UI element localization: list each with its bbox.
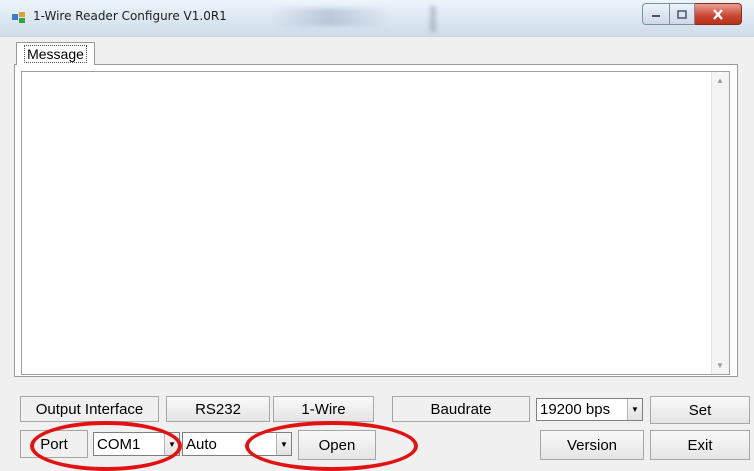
version-button[interactable]: Version — [540, 430, 644, 460]
rs232-button[interactable]: RS232 — [166, 396, 270, 422]
close-icon — [713, 8, 723, 20]
port-value: COM1 — [97, 435, 141, 453]
exit-button[interactable]: Exit — [650, 430, 750, 460]
open-button[interactable]: Open — [298, 430, 376, 460]
maximize-button[interactable] — [670, 3, 695, 25]
set-button[interactable]: Set — [650, 396, 750, 424]
baudrate-label: Baudrate — [392, 396, 530, 422]
chevron-down-icon[interactable]: ▼ — [627, 399, 642, 420]
blurred-taskbar-region — [270, 8, 390, 26]
app-icon — [12, 12, 25, 23]
title-bar[interactable]: 1-Wire Reader Configure V1.0R1 — [0, 0, 754, 37]
scroll-down-icon[interactable]: ▼ — [716, 361, 724, 370]
close-button[interactable] — [695, 3, 742, 25]
app-window: 1-Wire Reader Configure V1.0R1 Message ▲ — [0, 0, 754, 471]
maximize-icon — [677, 9, 687, 19]
window-title: 1-Wire Reader Configure V1.0R1 — [33, 9, 227, 23]
chevron-down-icon[interactable]: ▼ — [276, 433, 291, 455]
chevron-down-icon[interactable]: ▼ — [164, 433, 179, 455]
scroll-up-icon[interactable]: ▲ — [716, 76, 724, 85]
mode-value: Auto — [186, 435, 217, 453]
output-interface-label: Output Interface — [20, 396, 159, 422]
mode-select[interactable]: Auto ▼ — [182, 432, 292, 456]
blurred-divider — [430, 6, 436, 32]
tab-label: Message — [24, 45, 87, 63]
vertical-scrollbar[interactable]: ▲ ▼ — [711, 72, 729, 374]
port-label: Port — [20, 430, 88, 458]
window-controls — [642, 3, 742, 25]
baudrate-select[interactable]: 19200 bps ▼ — [536, 398, 643, 421]
port-select[interactable]: COM1 ▼ — [93, 432, 180, 456]
minimize-button[interactable] — [642, 3, 670, 25]
tab-panel: ▲ ▼ — [14, 64, 738, 377]
one-wire-button[interactable]: 1-Wire — [273, 396, 374, 422]
minimize-icon — [652, 15, 660, 17]
tab-message[interactable]: Message — [16, 42, 95, 65]
baudrate-value: 19200 bps — [540, 401, 611, 418]
message-textarea[interactable]: ▲ ▼ — [21, 71, 730, 375]
tab-control: Message ▲ ▼ — [14, 42, 738, 377]
